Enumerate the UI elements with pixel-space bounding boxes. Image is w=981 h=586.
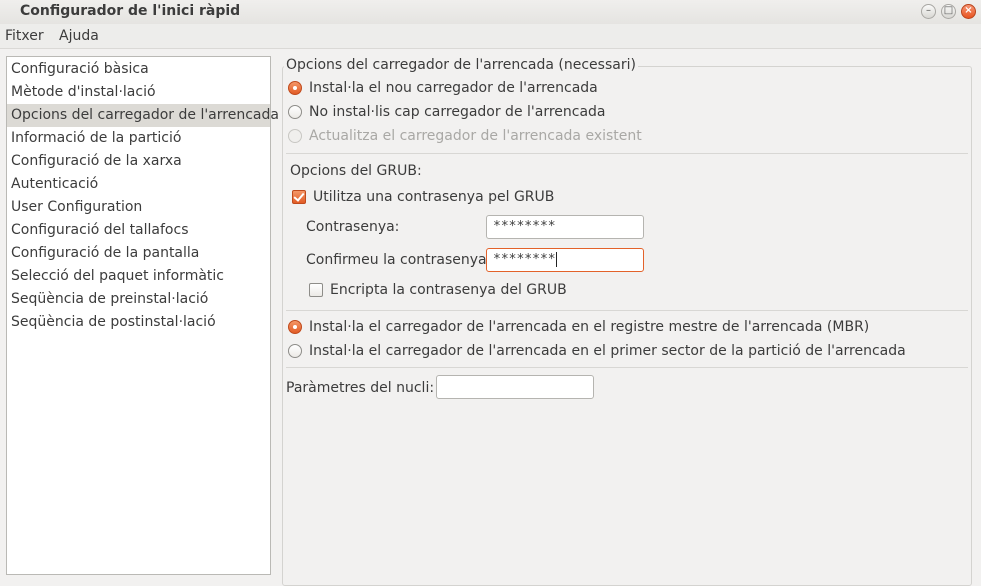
window-controls: – □ × [921, 4, 976, 19]
sidebar-item-firewall[interactable]: Configuració del tallafocs [7, 219, 270, 242]
checkbox-encrypt-password-label: Encripta la contrasenya del GRUB [330, 282, 567, 298]
kernel-params-field[interactable] [436, 375, 594, 399]
maximize-icon: □ [943, 5, 954, 16]
radio-update-existing: Actualitza el carregador de l'arrencada … [288, 126, 642, 146]
radio-install-first-sector[interactable]: Instal·la el carregador de l'arrencada e… [288, 341, 906, 361]
password-label: Contrasenya: [306, 219, 400, 235]
close-icon: × [964, 5, 973, 16]
checkbox-use-password[interactable]: Utilitza una contrasenya pel GRUB [292, 187, 554, 207]
radio-no-install[interactable]: No instal·lis cap carregador de l'arrenc… [288, 102, 606, 122]
minimize-button[interactable]: – [921, 4, 936, 19]
password-field[interactable]: ******** [486, 215, 644, 239]
radio-icon[interactable] [288, 344, 302, 358]
menu-help[interactable]: Ajuda [59, 28, 99, 44]
sidebar-item-authentication[interactable]: Autenticació [7, 173, 270, 196]
radio-update-existing-label: Actualitza el carregador de l'arrencada … [309, 128, 642, 144]
grub-options-label: Opcions del GRUB: [290, 163, 422, 179]
sidebar-item-basic-config[interactable]: Configuració bàsica [7, 58, 270, 81]
checkbox-use-password-label: Utilitza una contrasenya pel GRUB [313, 189, 555, 205]
window-title: Configurador de l'inici ràpid [20, 3, 241, 19]
sidebar-item-bootloader[interactable]: Opcions del carregador de l'arrencada [7, 104, 279, 127]
checkbox-encrypt-password[interactable]: Encripta la contrasenya del GRUB [309, 280, 567, 300]
checkbox-icon[interactable] [309, 283, 323, 297]
confirm-password-field[interactable]: ******** [486, 248, 644, 272]
radio-disabled-icon [288, 129, 302, 143]
sidebar-item-install-method[interactable]: Mètode d'instal·lació [7, 81, 270, 104]
radio-install-mbr-label: Instal·la el carregador de l'arrencada e… [309, 319, 870, 335]
radio-selected-icon[interactable] [288, 81, 302, 95]
radio-install-new[interactable]: Instal·la el nou carregador de l'arrenca… [288, 78, 598, 98]
sidebar-item-partition[interactable]: Informació de la partició [7, 127, 270, 150]
maximize-button[interactable]: □ [941, 4, 956, 19]
title-bar: Configurador de l'inici ràpid – □ × [0, 0, 981, 24]
sidebar-item-display[interactable]: Configuració de la pantalla [7, 242, 270, 265]
radio-no-install-label: No instal·lis cap carregador de l'arrenc… [309, 104, 606, 120]
sidebar-item-network[interactable]: Configuració de la xarxa [7, 150, 270, 173]
separator [286, 153, 968, 154]
radio-selected-icon[interactable] [288, 320, 302, 334]
confirm-password-label: Confirmeu la contrasenya: [306, 252, 492, 268]
sidebar-item-packages[interactable]: Selecció del paquet informàtic [7, 265, 270, 288]
close-button[interactable]: × [961, 4, 976, 19]
checkbox-checked-icon[interactable] [292, 190, 306, 204]
minimize-icon: – [926, 5, 931, 16]
menu-file[interactable]: Fitxer [5, 28, 44, 44]
frame-title: Opcions del carregador de l'arrencada (n… [284, 57, 638, 73]
sidebar-item-user-config[interactable]: User Configuration [7, 196, 270, 219]
text-cursor [555, 252, 557, 267]
radio-install-first-sector-label: Instal·la el carregador de l'arrencada e… [309, 343, 906, 359]
menu-bar: Fitxer Ajuda [0, 24, 981, 49]
sidebar-list: Configuració bàsica Mètode d'instal·laci… [6, 56, 279, 575]
separator [286, 310, 968, 311]
radio-install-new-label: Instal·la el nou carregador de l'arrenca… [309, 80, 598, 96]
radio-install-mbr[interactable]: Instal·la el carregador de l'arrencada e… [288, 317, 869, 337]
separator [286, 367, 968, 368]
kernel-params-label: Paràmetres del nucli: [286, 380, 435, 396]
confirm-password-value: ******** [493, 252, 556, 267]
sidebar-item-preinstall[interactable]: Seqüència de preinstal·lació [7, 288, 270, 311]
sidebar-item-postinstall[interactable]: Seqüència de postinstal·lació [7, 311, 270, 334]
radio-icon[interactable] [288, 105, 302, 119]
